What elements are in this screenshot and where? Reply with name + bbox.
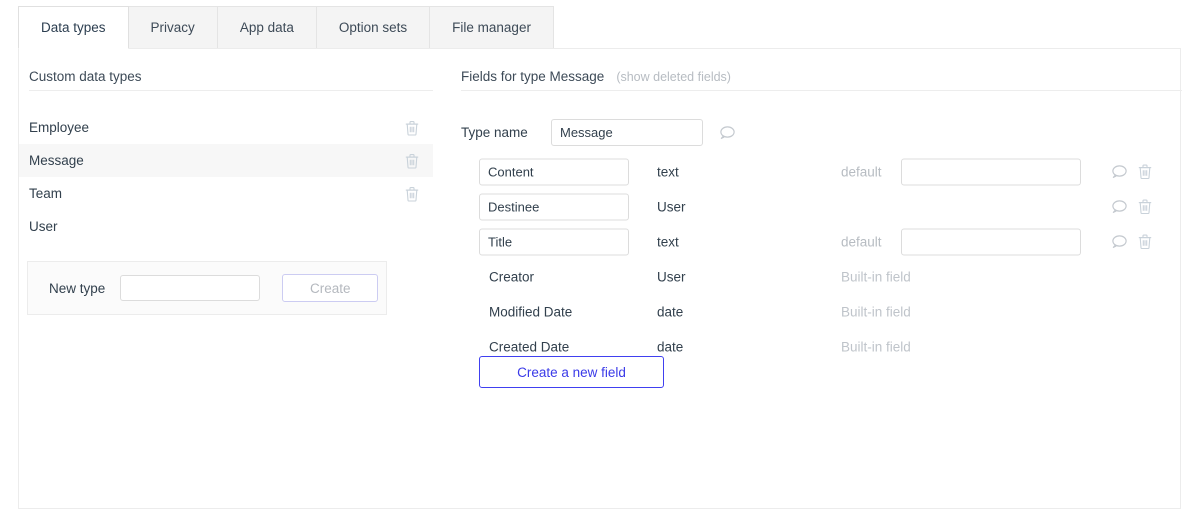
- comment-icon[interactable]: [719, 125, 736, 141]
- data-type-name: Team: [29, 186, 63, 201]
- comment-icon[interactable]: [1111, 199, 1128, 215]
- fields-panel-title: Fields for type Message: [461, 69, 605, 84]
- left-panel-divider: [29, 90, 433, 91]
- tab-label: Privacy: [150, 20, 195, 35]
- tab-privacy[interactable]: Privacy: [128, 6, 218, 49]
- field-name-input[interactable]: [479, 158, 629, 185]
- field-name-cell: Modified Date: [479, 304, 572, 319]
- type-name-input[interactable]: [551, 119, 703, 146]
- comment-icon[interactable]: [1111, 164, 1128, 180]
- new-type-label: New type: [49, 280, 106, 296]
- field-type-label: text: [657, 234, 679, 249]
- field-type-label: date: [657, 339, 684, 354]
- field-actions: [1111, 199, 1152, 215]
- trash-icon[interactable]: [1138, 234, 1152, 250]
- fields-list: text default User text default Creator User Bui…: [461, 154, 1161, 364]
- trash-icon[interactable]: [405, 120, 419, 136]
- content-frame: Custom data types Employee Message Team Use…: [18, 48, 1182, 509]
- tab-app-data[interactable]: App data: [217, 6, 317, 49]
- create-new-field-button[interactable]: Create a new field: [479, 356, 664, 388]
- field-name-input[interactable]: [479, 228, 629, 255]
- tab-file-manager[interactable]: File manager: [430, 6, 554, 49]
- trash-icon[interactable]: [1138, 164, 1152, 180]
- new-type-input[interactable]: [120, 275, 261, 301]
- trash-icon[interactable]: [405, 153, 419, 169]
- comment-icon[interactable]: [1111, 234, 1128, 250]
- tab-label: File manager: [452, 20, 531, 35]
- field-type-label: User: [657, 199, 686, 214]
- default-label: default: [841, 164, 882, 179]
- field-type-label: date: [657, 304, 684, 319]
- custom-data-types-title: Custom data types: [29, 69, 142, 84]
- tab-strip: Data types Privacy App data Option sets File…: [18, 6, 554, 49]
- default-value-input[interactable]: [901, 228, 1081, 255]
- tab-label: Option sets: [338, 20, 408, 35]
- field-name-label: Created Date: [489, 339, 570, 354]
- create-type-button[interactable]: Create: [282, 274, 379, 302]
- field-name-label: Modified Date: [489, 304, 573, 319]
- field-type-label: text: [657, 164, 679, 179]
- field-name-cell: [479, 228, 629, 255]
- field-row: Modified Date date Built-in field: [461, 294, 1161, 329]
- fields-panel: Fields for type Message (show deleted fi…: [447, 49, 1182, 508]
- data-type-row[interactable]: Team: [19, 177, 433, 210]
- right-panel-divider: [461, 90, 1182, 91]
- data-type-row[interactable]: Message: [19, 144, 433, 177]
- data-type-name: Employee: [29, 120, 90, 135]
- field-row: Creator User Built-in field: [461, 259, 1161, 294]
- custom-data-types-panel: Custom data types Employee Message Team Use…: [19, 49, 443, 508]
- field-type-label: User: [657, 269, 686, 284]
- default-label: default: [841, 234, 882, 249]
- field-name-cell: Created Date: [479, 339, 569, 354]
- data-type-row[interactable]: User: [19, 210, 433, 243]
- default-value-cell: [901, 158, 1081, 185]
- tab-option-sets[interactable]: Option sets: [316, 6, 431, 49]
- data-type-name: User: [29, 219, 58, 234]
- trash-icon[interactable]: [1138, 199, 1152, 215]
- tab-label: App data: [239, 20, 294, 35]
- tab-data-types[interactable]: Data types: [18, 6, 129, 49]
- fields-panel-header: Fields for type Message (show deleted fi…: [461, 69, 731, 84]
- data-type-row[interactable]: Employee: [19, 111, 433, 144]
- field-name-cell: [479, 158, 629, 185]
- field-row: text default: [461, 224, 1161, 259]
- show-deleted-fields-link[interactable]: (show deleted fields): [616, 70, 731, 84]
- built-in-field-label: Built-in field: [841, 339, 911, 354]
- type-name-row: Type name: [461, 119, 736, 146]
- default-value-cell: [901, 228, 1081, 255]
- field-actions: [1111, 164, 1152, 180]
- built-in-field-label: Built-in field: [841, 304, 911, 319]
- new-type-box: New type Create: [27, 261, 387, 315]
- custom-data-types-list: Employee Message Team User: [19, 111, 433, 243]
- field-actions: [1111, 234, 1152, 250]
- tab-label: Data types: [41, 20, 106, 35]
- trash-icon[interactable]: [405, 186, 419, 202]
- default-value-input[interactable]: [901, 158, 1081, 185]
- field-name-label: Creator: [489, 269, 535, 284]
- field-name-input[interactable]: [479, 193, 629, 220]
- field-name-cell: Creator: [479, 269, 534, 284]
- type-name-label: Type name: [461, 125, 528, 140]
- built-in-field-label: Built-in field: [841, 269, 911, 284]
- field-name-cell: [479, 193, 629, 220]
- field-row: text default: [461, 154, 1161, 189]
- field-row: User: [461, 189, 1161, 224]
- data-type-name: Message: [29, 153, 84, 168]
